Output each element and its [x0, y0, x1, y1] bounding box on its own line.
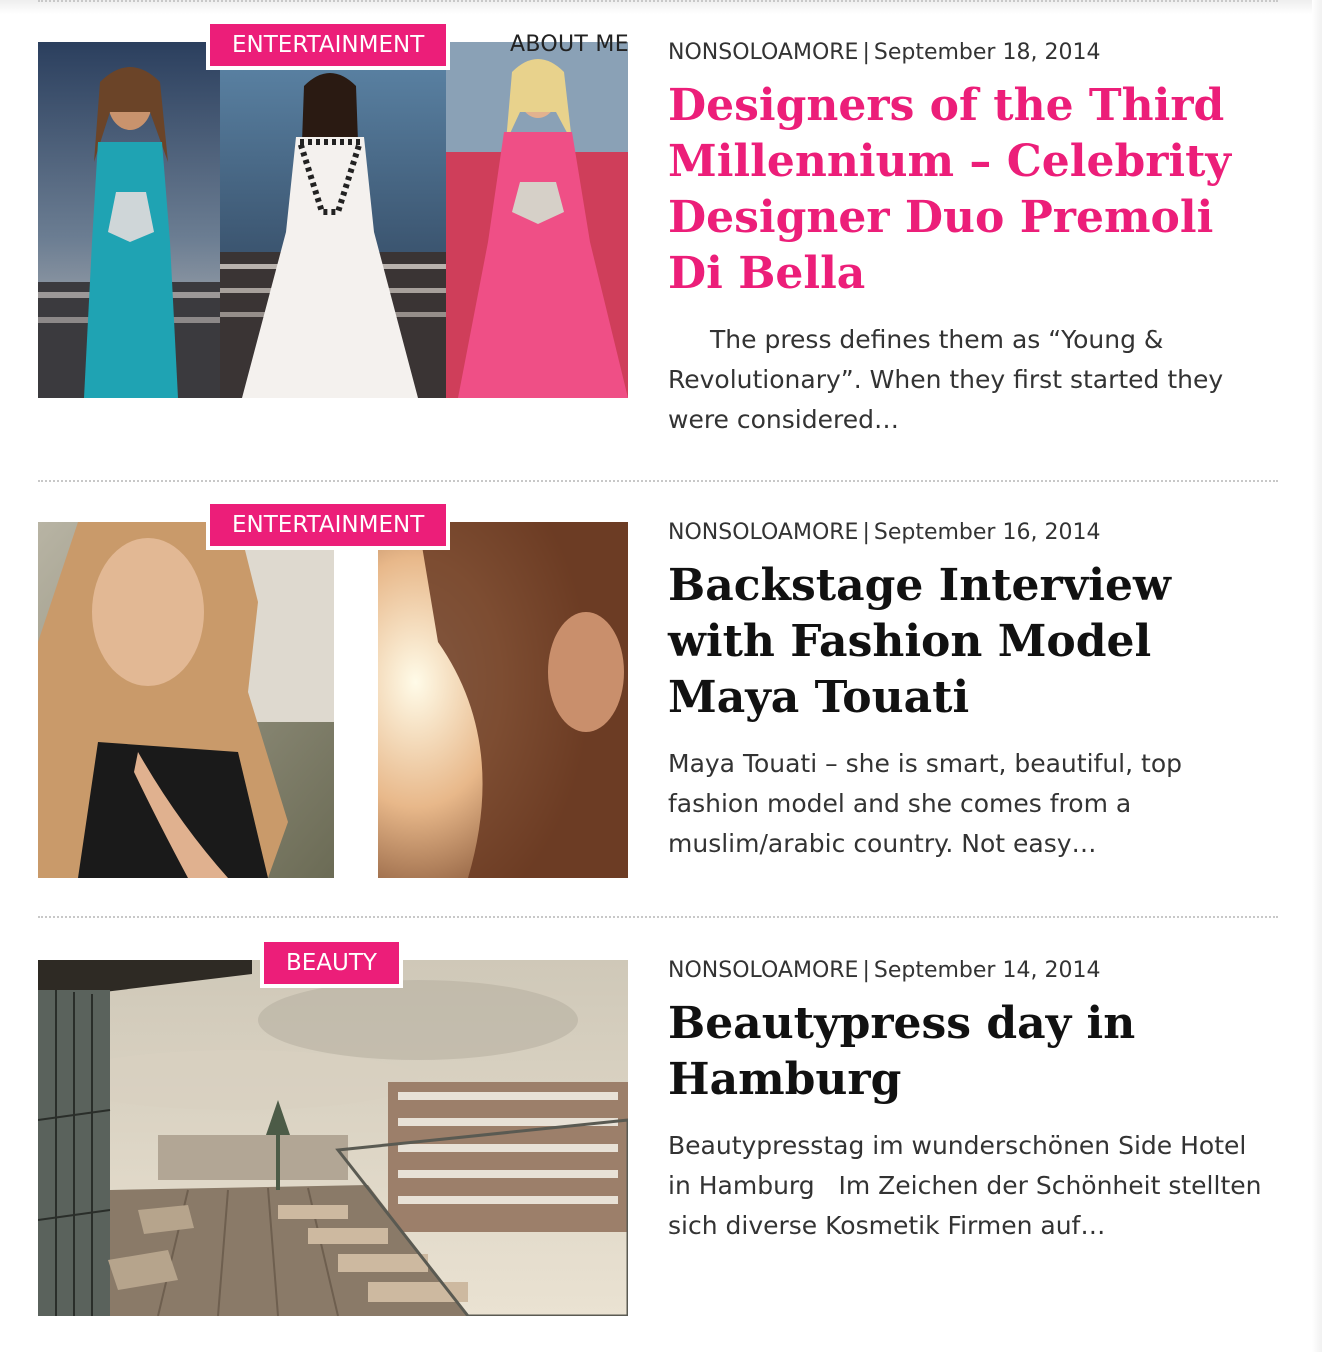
- post-thumbnail-runway[interactable]: [38, 42, 628, 398]
- top-divider: [38, 0, 1278, 2]
- category-badge[interactable]: ENTERTAINMENT: [206, 20, 451, 70]
- meta-separator: |: [862, 40, 870, 65]
- meta-separator: |: [862, 958, 870, 983]
- post-thumbnail-model[interactable]: [38, 522, 628, 878]
- post-excerpt: The press defines them as “Young & Revol…: [668, 325, 1224, 434]
- category-badge[interactable]: BEAUTY: [260, 938, 403, 988]
- post-author[interactable]: NONSOLOAMORE: [668, 520, 858, 545]
- hotel-terrace-photo: [38, 960, 628, 1316]
- post-meta: NONSOLOAMORE | September 18, 2014: [668, 40, 1100, 65]
- post-author[interactable]: NONSOLOAMORE: [668, 40, 858, 65]
- post-date: September 14, 2014: [873, 958, 1101, 983]
- meta-separator: |: [862, 520, 870, 545]
- page-right-edge: [1312, 0, 1322, 1352]
- top-divider-shadow: [0, 0, 1322, 14]
- post-meta: NONSOLOAMORE | September 14, 2014: [668, 958, 1100, 983]
- post-divider: [38, 916, 1278, 918]
- post-divider: [38, 480, 1278, 482]
- post-date: September 18, 2014: [873, 40, 1101, 65]
- runway-models-photo: [38, 42, 628, 398]
- model-portrait-photo: [38, 522, 628, 878]
- post-title[interactable]: Backstage Interview with Fashion Model M…: [668, 558, 1258, 726]
- post-date: September 16, 2014: [873, 520, 1101, 545]
- about-me-link[interactable]: ABOUT ME: [510, 32, 629, 57]
- post-meta: NONSOLOAMORE | September 16, 2014: [668, 520, 1100, 545]
- post-excerpt: Maya Touati – she is smart, beautiful, t…: [668, 749, 1182, 858]
- post-excerpt: Beautypresstag im wunderschönen Side Hot…: [668, 1131, 1270, 1240]
- post-thumbnail-hotel[interactable]: [38, 960, 628, 1316]
- post-title[interactable]: Designers of the Third Millennium – Cele…: [668, 78, 1258, 302]
- post-author[interactable]: NONSOLOAMORE: [668, 958, 858, 983]
- post-title[interactable]: Beautypress day in Hamburg: [668, 996, 1258, 1108]
- category-badge[interactable]: ENTERTAINMENT: [206, 500, 451, 550]
